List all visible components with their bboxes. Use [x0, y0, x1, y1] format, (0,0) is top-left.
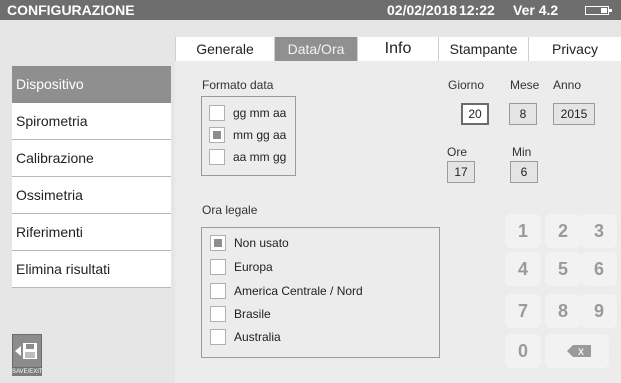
checkbox[interactable] — [210, 329, 226, 345]
month-label: Mese — [510, 78, 540, 92]
backspace-icon: X — [567, 345, 591, 357]
sidebar-item-spirometria[interactable]: Spirometria — [12, 103, 171, 140]
keypad-key-5[interactable]: 5 — [545, 252, 581, 286]
keypad-key-8[interactable]: 8 — [545, 294, 581, 328]
day-label: Giorno — [448, 78, 485, 92]
sidebar-item-calibrazione[interactable]: Calibrazione — [12, 140, 171, 177]
sidebar: Dispositivo Spirometria Calibrazione Oss… — [12, 66, 171, 288]
app-title: CONFIGURAZIONE — [7, 2, 135, 18]
sidebar-item-riferimenti[interactable]: Riferimenti — [12, 214, 171, 251]
date-format-title: Formato data — [202, 78, 274, 92]
checkbox[interactable] — [209, 105, 225, 121]
keypad-key-3[interactable]: 3 — [581, 214, 617, 248]
keypad-key-4[interactable]: 4 — [505, 252, 541, 286]
minute-field[interactable]: 6 — [510, 161, 538, 183]
checkbox[interactable] — [210, 259, 226, 275]
sidebar-item-elimina-risultati[interactable]: Elimina risultati — [12, 251, 171, 288]
dst-title: Ora legale — [202, 203, 258, 217]
tab-stampante[interactable]: Stampante — [438, 37, 528, 61]
sidebar-item-dispositivo[interactable]: Dispositivo — [12, 66, 171, 103]
hour-label: Ore — [447, 145, 468, 159]
tab-generale[interactable]: Generale — [175, 37, 274, 61]
keypad-key-9[interactable]: 9 — [581, 294, 617, 328]
tab-bar: Generale Data/Ora Info Stampante Privacy — [175, 37, 621, 61]
tab-data-ora[interactable]: Data/Ora — [274, 37, 357, 61]
floppy-disk-icon — [12, 334, 42, 368]
day-field[interactable]: 20 — [461, 103, 489, 125]
hour-field[interactable]: 17 — [447, 161, 475, 183]
battery-icon — [585, 6, 612, 15]
month-field[interactable]: 8 — [509, 103, 537, 125]
option-label: Australia — [234, 330, 281, 344]
checkbox[interactable] — [209, 149, 225, 165]
checkbox[interactable] — [209, 127, 225, 143]
checkbox[interactable] — [210, 235, 226, 251]
version-readout: Ver 4.2 — [513, 2, 559, 18]
data-ora-panel: Formato data gg mm aa mm gg aa aa mm gg … — [175, 61, 621, 383]
checkbox[interactable] — [210, 306, 226, 322]
option-label: Non usato — [234, 236, 289, 250]
option-label: Europa — [234, 260, 273, 274]
tab-info[interactable]: Info — [357, 37, 438, 61]
svg-text:X: X — [578, 347, 584, 357]
backspace-button[interactable]: X — [545, 334, 609, 368]
keypad-key-7[interactable]: 7 — [505, 294, 541, 328]
option-label: gg mm aa — [233, 106, 287, 120]
save-exit-label: SAVE/EXIT — [12, 368, 43, 376]
minute-label: Min — [512, 145, 532, 159]
title-bar: CONFIGURAZIONE 02/02/2018 12:22 Ver 4.2 — [0, 0, 621, 20]
option-label: aa mm gg — [233, 150, 287, 164]
save-exit-button[interactable]: SAVE/EXIT — [12, 334, 43, 376]
tab-privacy[interactable]: Privacy — [528, 37, 621, 61]
keypad-key-0[interactable]: 0 — [505, 334, 541, 368]
option-label: America Centrale / Nord — [234, 284, 363, 298]
time-readout: 12:22 — [459, 2, 495, 18]
option-label: Brasile — [234, 307, 271, 321]
year-label: Anno — [553, 78, 582, 92]
date-readout: 02/02/2018 — [387, 2, 458, 18]
keypad-key-2[interactable]: 2 — [545, 214, 581, 248]
year-field[interactable]: 2015 — [553, 103, 595, 125]
option-label: mm gg aa — [233, 128, 287, 142]
checkbox[interactable] — [210, 283, 226, 299]
keypad-key-1[interactable]: 1 — [505, 214, 541, 248]
sidebar-item-ossimetria[interactable]: Ossimetria — [12, 177, 171, 214]
keypad-key-6[interactable]: 6 — [581, 252, 617, 286]
